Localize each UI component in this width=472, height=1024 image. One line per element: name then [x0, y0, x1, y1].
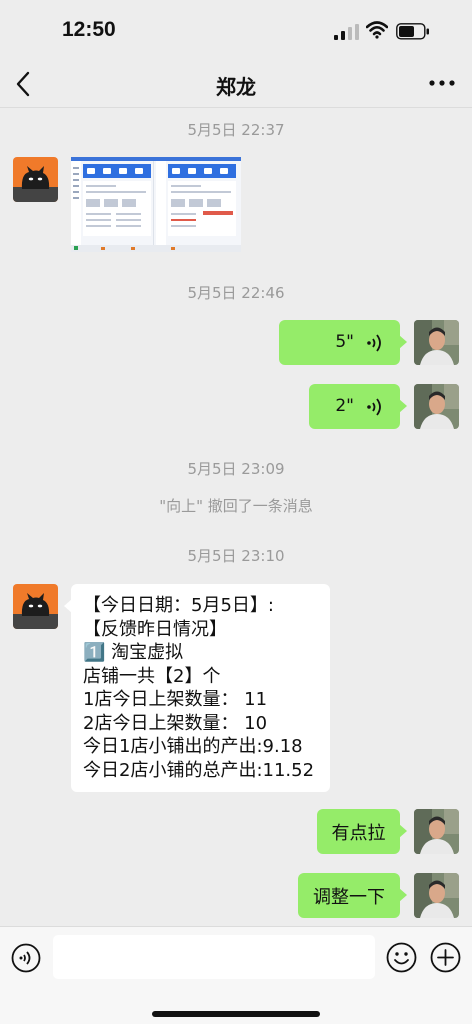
self-avatar[interactable] [414, 384, 459, 429]
voice-duration: 2" [335, 396, 354, 416]
voice-input-icon[interactable] [11, 943, 41, 973]
report-line: 【今日日期：5月5日】: [83, 595, 274, 616]
timestamp: 5月5日 22:46 [187, 284, 285, 302]
plus-icon[interactable] [430, 942, 461, 973]
contact-avatar[interactable] [13, 157, 58, 202]
message-text: 有点拉 [331, 822, 386, 844]
chat-title: 郑龙 [216, 75, 256, 99]
report-message[interactable]: 【今日日期：5月5日】: 【反馈昨日情况】 1️⃣ 淘宝虚拟 店铺一共【2】个 … [64, 584, 330, 792]
message-text: 调整一下 [313, 886, 385, 908]
timestamp: 5月5日 23:10 [187, 547, 285, 565]
recall-notice: "向上" 撤回了一条消息 [159, 497, 313, 515]
wifi-icon [366, 21, 388, 39]
self-avatar[interactable] [414, 320, 459, 365]
report-line: 1️⃣ 淘宝虚拟 [83, 642, 184, 663]
signal-icon [334, 24, 359, 40]
message-input[interactable] [53, 935, 375, 979]
self-avatar[interactable] [414, 873, 459, 918]
nav-bar: 郑龙 [0, 60, 472, 108]
report-line: 今日2店小铺的总产出:11.52 [83, 759, 315, 781]
contact-avatar[interactable] [13, 584, 58, 629]
input-bar [0, 926, 472, 1024]
report-line: 2店今日上架数量： 10 [83, 712, 268, 734]
voice-message[interactable]: 2" [309, 384, 407, 429]
text-message[interactable]: 有点拉 [317, 809, 407, 854]
report-line: 【反馈昨日情况】 [83, 618, 227, 640]
home-indicator [152, 1011, 320, 1017]
voice-message[interactable]: 5" [279, 320, 407, 365]
battery-icon [396, 23, 429, 40]
voice-wave-icon [367, 334, 381, 352]
report-line: 店铺一共【2】个 [83, 665, 221, 687]
voice-duration: 5" [335, 332, 354, 352]
report-line: 1店今日上架数量： 11 [83, 689, 268, 710]
status-time: 12:50 [62, 18, 116, 41]
text-message[interactable]: 调整一下 [298, 873, 407, 918]
timestamp: 5月5日 22:37 [187, 121, 285, 139]
voice-wave-icon [367, 398, 381, 416]
emoji-icon[interactable] [386, 942, 417, 973]
report-line: 今日1店小铺出的产出:9.18 [83, 736, 303, 757]
self-avatar[interactable] [414, 809, 459, 854]
timestamp: 5月5日 23:09 [187, 460, 285, 478]
more-icon[interactable] [428, 79, 456, 87]
status-bar: 12:50 [0, 0, 472, 60]
image-message[interactable] [71, 157, 241, 252]
